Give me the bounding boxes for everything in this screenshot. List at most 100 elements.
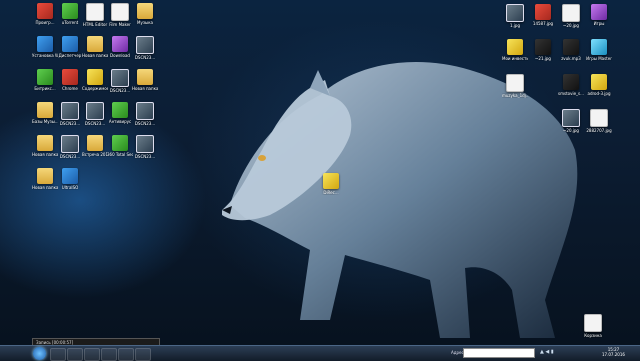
taskbar-yandex-browser-button[interactable] (135, 348, 151, 361)
app-icon (62, 3, 78, 19)
desktop-icon[interactable]: Игры (586, 4, 612, 26)
desktop-icon[interactable]: adrod-3.jpg (586, 74, 612, 96)
app-icon (590, 109, 608, 127)
folder-icon (37, 168, 53, 184)
desktop-icon[interactable]: DSCN23... (132, 36, 158, 60)
desktop-icon[interactable]: 360 Total Security (107, 135, 133, 157)
desktop-icon[interactable]: uTorrent (57, 3, 83, 25)
desktop-icon[interactable]: Игры Master (586, 39, 612, 61)
app-icon (37, 36, 53, 52)
app-icon (62, 168, 78, 184)
desktop-icon[interactable]: DSCN23... (82, 102, 108, 126)
desktop-icon[interactable]: muzyka_1dj... (502, 74, 528, 98)
icon-label: DSCN23... (134, 55, 156, 60)
icon-label: smstovie_s... (558, 91, 584, 96)
icon-label: ~21.jpg (535, 56, 551, 61)
recycle-bin-icon[interactable]: Корзина (580, 314, 606, 338)
icon-label: Диспетчер (58, 53, 82, 58)
desktop-icon[interactable]: Новая папка (32, 135, 58, 157)
app-icon (86, 102, 104, 120)
app-icon (563, 74, 579, 90)
desktop-icon[interactable]: Новая папка (82, 36, 108, 58)
desktop-icon[interactable]: ~20.jpg (558, 109, 584, 133)
app-icon (136, 135, 154, 153)
icon-label: muzyka_1dj... (502, 93, 528, 98)
app-icon (62, 69, 78, 85)
desktop-icon[interactable]: UltraISO (57, 168, 83, 190)
desktop-icon[interactable]: Музыка (132, 3, 158, 25)
icon-label: UltraISO (61, 185, 79, 190)
desktop-icon[interactable]: 2882707.jpg (586, 109, 612, 133)
icon-label: Новая папка (2) (32, 185, 58, 190)
app-icon (87, 69, 103, 85)
app-icon (86, 3, 104, 21)
app-icon (136, 36, 154, 54)
desktop-icon[interactable]: Антивирус (107, 102, 133, 124)
desktop-icon[interactable]: DSCN23... (57, 102, 83, 126)
desktop-icon[interactable]: Встреча 2016 (82, 135, 108, 157)
app-icon (507, 39, 523, 55)
taskbar-explorer-button[interactable] (50, 348, 66, 361)
desktop-icon[interactable]: Установка Windows (32, 36, 58, 58)
taskbar-opera-button[interactable] (67, 348, 83, 361)
app-icon (61, 102, 79, 120)
clock[interactable]: 15:27 17.07.2016 (602, 347, 625, 357)
icon-label: DSCN23... (59, 121, 81, 126)
folder-icon (37, 102, 53, 118)
icon-label: uTorrent (61, 20, 79, 25)
taskbar-files-button[interactable] (101, 348, 117, 361)
app-icon (112, 102, 128, 118)
desktop-icon[interactable]: HTML Editor (82, 3, 108, 27)
app-icon (562, 4, 580, 22)
desktop-icon[interactable]: ~21.jpg (530, 39, 556, 61)
desktop-icon[interactable]: Битрикс... (32, 69, 58, 91)
desktop-icon[interactable]: Диспетчер (57, 36, 83, 58)
desktop-icon[interactable]: Базы Музы... (32, 102, 58, 124)
desktop-icon[interactable]: DSCN23... (132, 102, 158, 126)
system-tray[interactable]: ▲ ◀ ▮ (540, 349, 554, 355)
folder-icon (87, 135, 103, 151)
app-icon (112, 135, 128, 151)
desktop-icon[interactable]: smstovie_s... (558, 74, 584, 96)
desktop-icon[interactable]: Download (107, 36, 133, 58)
direc-icon[interactable]: DiRec... (318, 173, 344, 195)
desktop-icon[interactable]: ~20.jpg (558, 4, 584, 28)
desktop-icon[interactable]: Новая папка (2) (32, 168, 58, 190)
start-button[interactable] (33, 347, 46, 360)
clock-date: 17.07.2016 (602, 352, 625, 357)
desktop-icon[interactable]: 1.jpg (502, 4, 528, 28)
desktop-icon[interactable]: Содержимое (82, 69, 108, 91)
icon-label: 2882707.jpg (586, 128, 612, 133)
desktop-icon[interactable]: Мои инвестиции (502, 39, 528, 61)
app-icon (136, 102, 154, 120)
icon-label: 360 Total Security (107, 152, 133, 157)
icon-label: DSCN23... (84, 121, 106, 126)
app-icon (61, 135, 79, 153)
desktop-icon[interactable]: DSCN23... (57, 135, 83, 159)
desktop-icon[interactable]: zvuk.mp3 (558, 39, 584, 61)
address-input[interactable] (463, 348, 535, 358)
icon-label: DSCN23... (134, 121, 156, 126)
desktop-icon[interactable]: Новая папка (132, 69, 158, 91)
icon-label: Новая папка (32, 152, 58, 157)
address-label: Адрес (451, 350, 464, 355)
desktop-icon[interactable]: 14587.jpg (530, 4, 556, 26)
app-icon (112, 36, 128, 52)
icon-label: DiRec... (323, 190, 339, 195)
icon-label: zvuk.mp3 (561, 56, 581, 61)
taskbar-chrome-button[interactable] (84, 348, 100, 361)
desktop-icon[interactable]: DSCN23... (107, 69, 133, 93)
app-icon (562, 109, 580, 127)
icon-label: Музыка (137, 20, 153, 25)
desktop-icon[interactable]: DSCN23... (132, 135, 158, 159)
desktop-icon[interactable]: Chrome (57, 69, 83, 91)
desktop-icon[interactable]: Проигр... (32, 3, 58, 25)
app-icon (111, 3, 129, 21)
icon-label: Новая папка (82, 53, 108, 58)
icon-label: Film Maker (109, 22, 131, 27)
app-icon (591, 4, 607, 20)
desktop-icon[interactable]: Film Maker (107, 3, 133, 27)
taskbar-yandex-button[interactable] (118, 348, 134, 361)
folder-icon (137, 3, 153, 19)
folder-icon (137, 69, 153, 85)
